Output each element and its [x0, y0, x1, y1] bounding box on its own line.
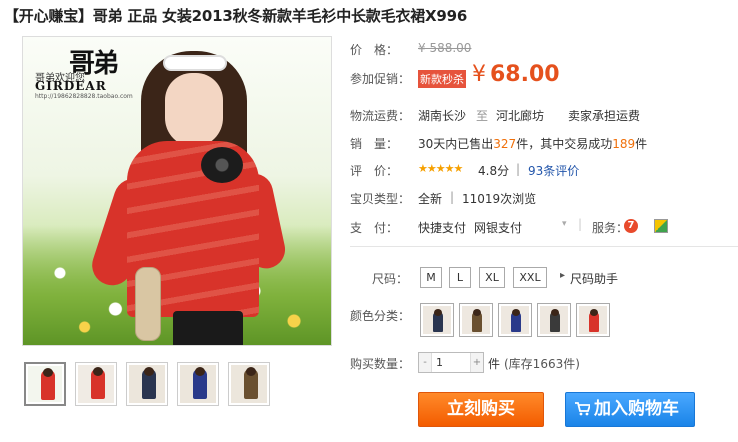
model-face — [165, 73, 223, 147]
view-count: 11019次浏览 — [462, 192, 537, 206]
rating-label: 评 价： — [350, 164, 399, 178]
payment-netbank[interactable]: 网银支付 — [474, 219, 522, 236]
color-swatch-4[interactable] — [537, 303, 571, 337]
quantity-increase-button[interactable]: + — [471, 353, 483, 372]
size-option-xxl[interactable]: XXL — [513, 267, 547, 288]
item-condition: 全新 — [418, 192, 443, 206]
handbag — [135, 267, 161, 341]
promo-tag: 新款秒杀 — [418, 70, 466, 88]
size-option-l[interactable]: L — [449, 267, 471, 288]
color-swatch-3[interactable] — [498, 303, 532, 337]
quantity-stepper: - 1 + — [418, 352, 484, 373]
payment-dropdown-icon[interactable]: ▾ — [562, 219, 567, 229]
quantity-unit: 件 — [488, 357, 501, 371]
rating-sep: | — [516, 162, 521, 176]
buy-now-button[interactable]: 立刻购买 — [418, 392, 544, 427]
size-label: 尺码： — [372, 272, 409, 286]
shipping-from[interactable]: 湖南长沙 — [418, 107, 466, 124]
shipping-to[interactable]: 河北廊坊 — [496, 107, 544, 124]
item-type-label: 宝贝类型： — [350, 192, 411, 206]
shipping-sep: 至 — [476, 109, 489, 123]
price-currency: ¥ — [472, 62, 486, 87]
shipping-fee: 卖家承担运费 — [568, 109, 641, 123]
payment-label: 支 付： — [350, 221, 399, 235]
add-to-cart-button[interactable]: 加入购物车 — [565, 392, 695, 427]
logo-brand-name: GIRDEAR — [35, 79, 107, 93]
sales-label: 销 量： — [350, 137, 399, 151]
seven-day-return-icon[interactable]: 7 — [624, 219, 638, 233]
sales-prefix: 30天内已售出 — [418, 137, 494, 151]
cart-icon — [574, 395, 592, 416]
sold-count: 327 — [493, 137, 517, 151]
sales-suffix: 件 — [635, 137, 648, 151]
sunglasses — [163, 55, 227, 71]
success-count: 189 — [612, 137, 636, 151]
add-to-cart-label: 加入购物车 — [594, 399, 679, 419]
size-helper-link[interactable]: 尺码助手 — [570, 270, 618, 287]
model-legs — [173, 311, 243, 345]
rating-stars: ★★★★★ — [418, 162, 463, 175]
color-swatch-5[interactable] — [576, 303, 610, 337]
item-type-sep: | — [450, 190, 455, 204]
quantity-input[interactable]: 1 — [431, 353, 471, 372]
logo-url: http://19862828828.taobao.com — [35, 93, 133, 100]
color-swatch-2[interactable] — [459, 303, 493, 337]
main-product-image[interactable]: 哥弟 哥弟欢迎您 GIRDEAR http://19862828828.taob… — [22, 36, 332, 346]
rating-score: 4.8分 — [478, 164, 510, 178]
flower-brooch — [201, 147, 243, 183]
guarantee-icon[interactable] — [654, 219, 668, 233]
payment-divider: | — [578, 217, 583, 231]
thumbnail-5[interactable] — [228, 362, 270, 406]
quantity-decrease-button[interactable]: - — [419, 353, 431, 372]
original-price: ¥ 588.00 — [418, 41, 472, 55]
sales-mid: 件，其中交易成功 — [516, 137, 613, 151]
quantity-label: 购买数量： — [350, 357, 411, 371]
size-option-xl[interactable]: XL — [479, 267, 505, 288]
color-swatch-1[interactable] — [420, 303, 454, 337]
size-helper-icon[interactable]: ▸ — [560, 270, 565, 281]
divider — [350, 246, 738, 247]
stock-count: (库存1663件) — [504, 357, 580, 371]
thumbnail-strip — [24, 362, 270, 406]
sales-text: 30天内已售出327件，其中交易成功189件 — [418, 135, 647, 152]
thumbnail-1[interactable] — [24, 362, 66, 406]
promo-label: 参加促销： — [350, 72, 411, 86]
service-label: 服务： — [592, 221, 629, 235]
thumbnail-2[interactable] — [75, 362, 117, 406]
thumbnail-3[interactable] — [126, 362, 168, 406]
payment-quick[interactable]: 快捷支付 — [418, 219, 466, 236]
promo-price: 68.00 — [490, 62, 560, 87]
color-label: 颜色分类： — [350, 309, 411, 323]
thumbnail-4[interactable] — [177, 362, 219, 406]
price-label: 价 格： — [350, 43, 399, 57]
brand-logo: 哥弟 哥弟欢迎您 GIRDEAR http://19862828828.taob… — [31, 43, 143, 100]
product-title: 【开心赚宝】哥弟 正品 女装2013秋冬新款羊毛衫中长款毛衣裙X996 — [4, 7, 468, 25]
reviews-link[interactable]: 93条评价 — [528, 162, 579, 179]
size-option-m[interactable]: M — [420, 267, 442, 288]
shipping-label: 物流运费： — [350, 109, 411, 123]
